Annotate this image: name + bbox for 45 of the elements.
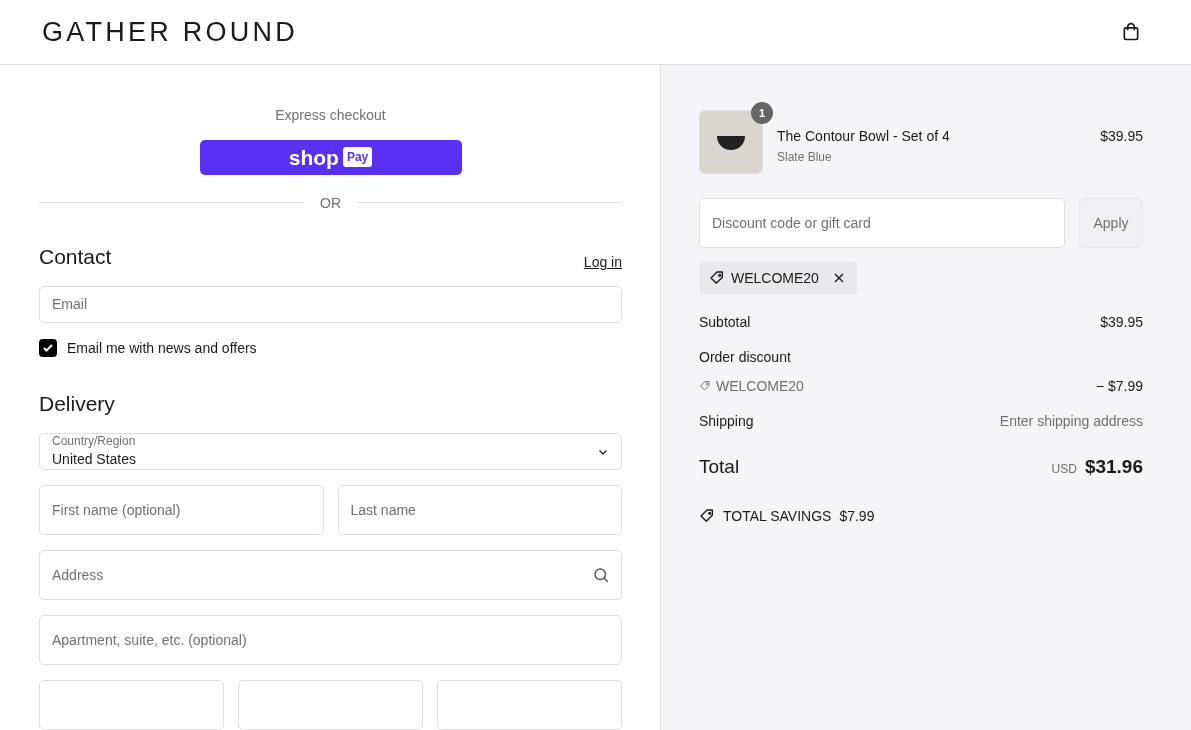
country-select[interactable]: Country/Region United States <box>39 433 622 470</box>
total-savings-value: $7.99 <box>839 506 875 526</box>
email-field[interactable]: Email <box>39 286 622 323</box>
total-label: Total <box>699 455 740 479</box>
quantity-badge: 1 <box>751 102 773 124</box>
discount-code-label: WELCOME20 <box>716 377 804 396</box>
contact-heading: Contact <box>39 243 112 270</box>
order-discount-label: Order discount <box>699 348 792 367</box>
apply-button[interactable]: Apply <box>1079 198 1143 248</box>
name-field[interactable]: First name (optional) <box>39 485 324 535</box>
delivery-heading: Delivery <box>39 390 116 417</box>
shipping-label: Shipping <box>699 412 754 431</box>
shop-pay-button[interactable]: shop Pay <box>199 140 462 175</box>
apartment-field[interactable]: Apartment, suite, etc. (optional) <box>39 615 622 665</box>
discount-tag-label: WELCOME20 <box>731 269 819 288</box>
country-label: Country/Region <box>52 434 137 449</box>
product-name: The Contour Bowl - Set of 4 <box>777 127 951 146</box>
log-in-link[interactable]: Log in <box>583 252 622 272</box>
checkmark-icon <box>42 341 54 354</box>
discount-code-field[interactable]: Discount code or gift card <box>699 198 1065 248</box>
product-price: $39.95 <box>1100 127 1143 146</box>
state-field[interactable] <box>238 680 423 730</box>
tag-icon <box>699 507 715 524</box>
address-field[interactable]: Address <box>39 550 622 600</box>
country-value: United States <box>52 450 137 469</box>
shipping-value: Enter shipping address <box>999 412 1143 431</box>
total-savings-label: TOTAL SAVINGS <box>723 506 832 526</box>
newsletter-label: Email me with news and offers <box>67 338 257 358</box>
discount-amount: − $7.99 <box>1095 377 1143 396</box>
name-field[interactable]: Last name <box>337 485 622 535</box>
city-field[interactable] <box>39 680 224 730</box>
product-variant: Slate Blue <box>777 150 833 165</box>
tag-icon <box>699 380 711 392</box>
zip-field[interactable] <box>437 680 622 730</box>
tag-icon <box>709 270 725 286</box>
shopping-bag-icon[interactable] <box>1121 22 1141 42</box>
subtotal-label: Subtotal <box>699 313 751 332</box>
total-value: $31.96 <box>1084 455 1143 479</box>
search-icon <box>592 566 610 584</box>
subtotal-value: $39.95 <box>1100 313 1143 332</box>
divider-label: OR <box>320 193 341 213</box>
newsletter-checkbox[interactable] <box>39 338 57 357</box>
currency-label: USD <box>1051 461 1077 478</box>
express-checkout-title: Express checkout <box>274 106 387 125</box>
store-logo[interactable]: GATHER ROUND <box>42 11 298 53</box>
